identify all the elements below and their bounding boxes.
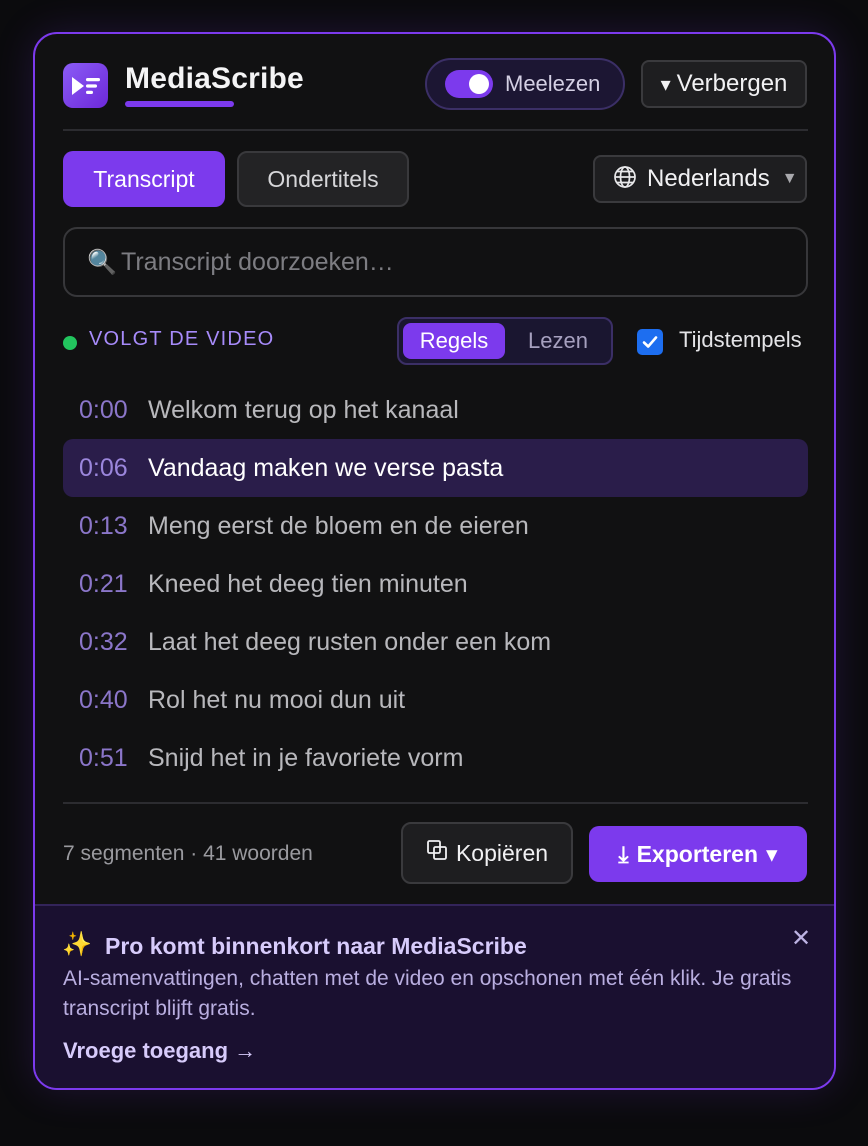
export-button[interactable]: ⤓ Exporteren ▾	[589, 826, 807, 882]
transcript-line[interactable]: 0:51 Snijd het in je favoriete vorm	[63, 729, 808, 787]
follow-along-toggle[interactable]: Meelezen	[425, 58, 625, 110]
search-input[interactable]	[121, 247, 806, 277]
early-access-label: Vroege toegang	[63, 1038, 229, 1063]
transcript-line[interactable]: 0:00 Welkom terug op het kanaal	[63, 381, 808, 439]
toggle-knob	[469, 74, 489, 94]
brand-underline	[125, 101, 234, 107]
caret-down-icon: ▼	[781, 170, 798, 187]
transcript-search: 🔍	[63, 227, 808, 297]
language-select[interactable]: Nederlands ▼	[593, 155, 807, 203]
segment-word-count: 7 segmenten · 41 woorden	[63, 842, 313, 865]
line-text: Welkom terug op het kanaal	[148, 395, 459, 424]
close-icon[interactable]: ✕	[791, 924, 811, 953]
promo-body: AI-samenvattingen, chatten met de video …	[63, 967, 792, 1020]
search-icon: 🔍	[87, 248, 117, 276]
line-text: Snijd het in je favoriete vorm	[148, 743, 464, 772]
header-divider	[63, 129, 808, 131]
line-text: Vandaag maken we verse pasta	[148, 453, 504, 482]
sparkles-icon: ✨	[62, 931, 92, 958]
caret-down-icon: ▾	[660, 73, 671, 96]
hide-button[interactable]: ▾ Verbergen	[641, 60, 807, 108]
copy-icon	[426, 839, 448, 867]
transcript-line[interactable]: 0:32 Laat het deeg rusten onder een kom	[63, 613, 808, 671]
export-button-label: Exporteren	[636, 840, 759, 867]
mediascribe-panel: MediaScribe Meelezen ▾ Verbergen Transcr…	[33, 32, 836, 1090]
line-timestamp[interactable]: 0:13	[63, 512, 148, 541]
pro-promo-banner: ✨ Pro komt binnenkort naar MediaScribe ✕…	[35, 904, 834, 1088]
view-mode-read[interactable]: Lezen	[509, 323, 607, 359]
line-timestamp[interactable]: 0:40	[63, 686, 148, 715]
download-icon: ⤓	[618, 840, 629, 867]
line-timestamp[interactable]: 0:51	[63, 744, 148, 773]
line-timestamp[interactable]: 0:00	[63, 396, 148, 425]
transcript-line[interactable]: 0:13 Meng eerst de bloem en de eieren	[63, 497, 808, 555]
line-text: Meng eerst de bloem en de eieren	[148, 511, 529, 540]
status-dot	[63, 336, 77, 350]
timestamps-checkbox[interactable]	[637, 329, 663, 355]
line-text: Laat het deeg rusten onder een kom	[148, 627, 552, 656]
line-text: Rol het nu mooi dun uit	[148, 685, 406, 714]
mediascribe-logo-icon	[63, 63, 108, 108]
footer-divider	[63, 802, 808, 804]
toggle-switch[interactable]	[445, 70, 493, 98]
caret-down-icon: ▾	[766, 840, 778, 867]
line-text: Kneed het deeg tien minuten	[148, 569, 468, 598]
globe-icon	[613, 165, 637, 194]
view-mode-lines[interactable]: Regels	[403, 323, 505, 359]
copy-button-label: Kopiëren	[455, 839, 549, 866]
follow-along-label: Meelezen	[505, 71, 601, 96]
brand-name: MediaScribe	[125, 62, 304, 95]
hide-button-label: Verbergen	[676, 70, 788, 97]
line-timestamp[interactable]: 0:21	[63, 570, 148, 599]
timestamps-label: Tijdstempels	[679, 327, 802, 352]
arrow-right-icon: →	[234, 1038, 257, 1063]
promo-title: Pro komt binnenkort naar MediaScribe	[105, 933, 527, 959]
transcript-line[interactable]: 0:40 Rol het nu mooi dun uit	[63, 671, 808, 729]
language-selected: Nederlands	[647, 165, 770, 192]
tab-subtitles[interactable]: Ondertitels	[237, 151, 409, 207]
transcript-line[interactable]: 0:21 Kneed het deeg tien minuten	[63, 555, 808, 613]
status-label: VOLGT DE VIDEO	[89, 328, 275, 350]
line-timestamp[interactable]: 0:32	[63, 628, 148, 657]
transcript-line-active[interactable]: 0:06 Vandaag maken we verse pasta	[63, 439, 808, 497]
early-access-link[interactable]: Vroege toegang →	[63, 1038, 256, 1064]
tab-transcript[interactable]: Transcript	[63, 151, 225, 207]
line-timestamp[interactable]: 0:06	[63, 454, 148, 483]
copy-button[interactable]: Kopiëren	[401, 822, 573, 884]
checkmark-icon	[642, 336, 658, 348]
panel-header: MediaScribe Meelezen ▾ Verbergen	[35, 34, 834, 130]
view-mode-segmented: Regels Lezen	[397, 317, 613, 365]
